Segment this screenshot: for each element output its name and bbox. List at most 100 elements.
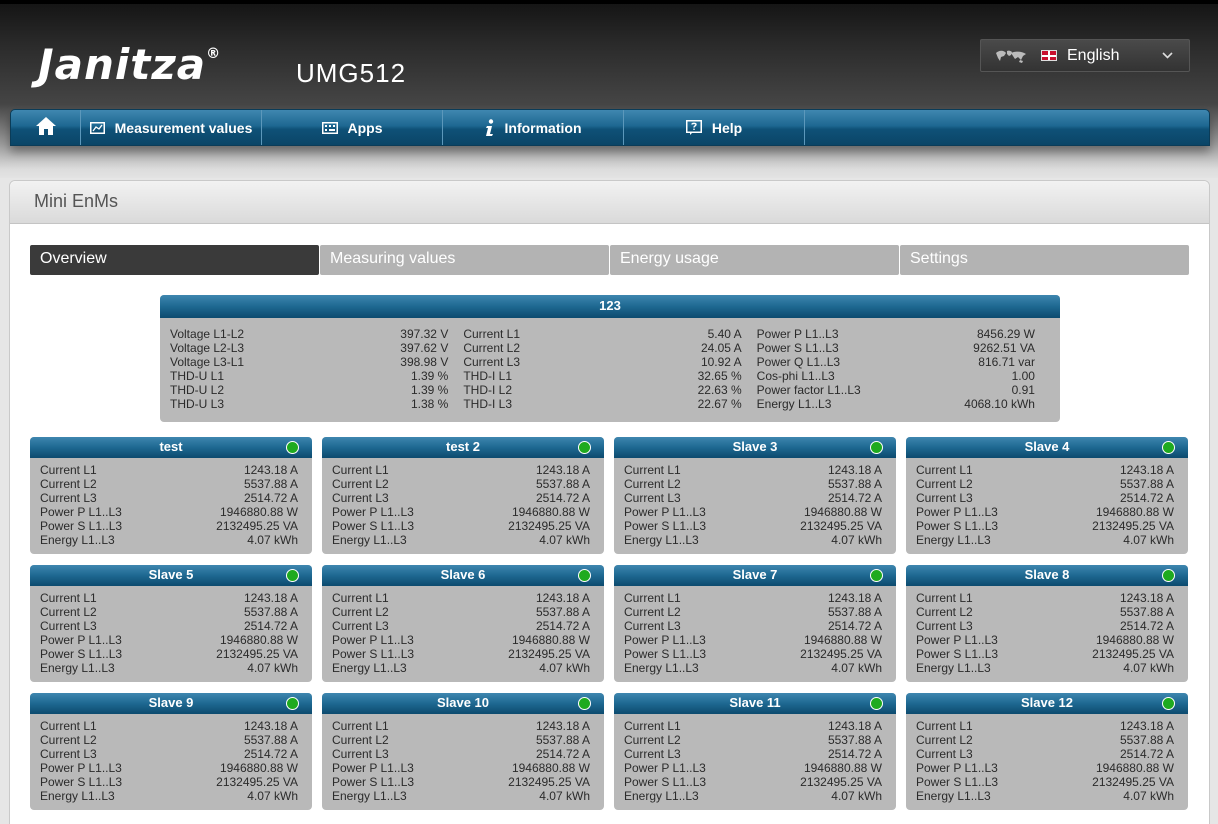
value-label: Current L2 (916, 733, 973, 747)
slave-card[interactable]: Slave 12 Current L1 1243.18 A Current L2 553… (906, 693, 1188, 810)
value-label: Current L2 (40, 477, 97, 491)
value-label: Current L3 (624, 491, 681, 505)
value-reading: 2514.72 A (827, 619, 882, 633)
value-label: THD-I L2 (463, 383, 513, 397)
value-row: Current L2 5537.88 A (332, 733, 590, 747)
value-label: Power S L1..L3 (624, 775, 707, 789)
slave-title-bar: Slave 5 (30, 565, 312, 586)
value-row: Current L2 5537.88 A (40, 477, 298, 491)
value-label: Energy L1..L3 (40, 533, 115, 547)
value-label: Energy L1..L3 (40, 661, 115, 675)
main-device-card[interactable]: 123 Voltage L1-L2 397.32 V Voltage L2-L3 39… (160, 295, 1060, 422)
value-row: Current L2 5537.88 A (916, 477, 1174, 491)
value-reading: 2132495.25 VA (1092, 519, 1174, 533)
value-label: Energy L1..L3 (624, 789, 699, 803)
language-select[interactable]: English (980, 39, 1190, 72)
value-reading: 32.65 % (697, 369, 742, 383)
value-row: Energy L1..L3 4.07 kWh (624, 533, 882, 547)
value-reading: 2514.72 A (535, 747, 590, 761)
value-row: Power P L1..L3 1946880.88 W (624, 761, 882, 775)
janitza-logo[interactable]: Janitza® (38, 40, 221, 89)
nav-home[interactable] (11, 110, 81, 145)
value-label: Current L3 (332, 491, 389, 505)
slave-title-bar: Slave 6 (322, 565, 604, 586)
value-label: THD-U L3 (170, 397, 225, 411)
page-title: Mini EnMs (34, 191, 119, 211)
value-row: THD-U L2 1.39 % (170, 383, 448, 397)
nav-measurement-values[interactable]: Measurement values (81, 110, 262, 145)
value-label: Current L2 (463, 341, 521, 355)
tab-measuring-values[interactable]: Measuring values (320, 245, 609, 275)
value-row: Voltage L1-L2 397.32 V (170, 327, 448, 341)
slave-card[interactable]: Slave 3 Current L1 1243.18 A Current L2 5537… (614, 437, 896, 554)
slave-card[interactable]: Slave 6 Current L1 1243.18 A Current L2 5537… (322, 565, 604, 682)
value-row: Power P L1..L3 1946880.88 W (332, 633, 590, 647)
value-reading: 1946880.88 W (511, 505, 590, 519)
value-row: Power P L1..L3 1946880.88 W (40, 505, 298, 519)
slave-values: Current L1 1243.18 A Current L2 5537.88 A Cu… (614, 586, 896, 675)
value-reading: 1946880.88 W (803, 633, 882, 647)
tab-settings[interactable]: Settings (900, 245, 1189, 275)
status-online-icon (870, 441, 883, 454)
value-label: Energy L1..L3 (332, 533, 407, 547)
value-label: Current L2 (624, 477, 681, 491)
nav-help[interactable]: Help (624, 110, 805, 145)
value-row: Power S L1..L3 2132495.25 VA (40, 647, 298, 661)
slave-card[interactable]: Slave 5 Current L1 1243.18 A Current L2 5537… (30, 565, 312, 682)
value-row: Power P L1..L3 1946880.88 W (40, 761, 298, 775)
value-row: THD-U L3 1.38 % (170, 397, 448, 411)
slave-card[interactable]: Slave 11 Current L1 1243.18 A Current L2 553… (614, 693, 896, 810)
status-online-icon (286, 569, 299, 582)
value-label: Power P L1..L3 (916, 633, 998, 647)
slave-card[interactable]: Slave 8 Current L1 1243.18 A Current L2 5537… (906, 565, 1188, 682)
nav-information[interactable]: Information (443, 110, 624, 145)
app-header: Janitza® UMG512 English Measurement valu… (0, 0, 1218, 178)
value-reading: 1243.18 A (243, 463, 298, 477)
value-row: Power S L1..L3 9262.51 VA (757, 341, 1035, 355)
value-reading: 5537.88 A (535, 477, 590, 491)
value-label: Power S L1..L3 (40, 519, 123, 533)
value-label: Energy L1..L3 (624, 661, 699, 675)
slave-card[interactable]: test Current L1 1243.18 A Current L2 5537.88… (30, 437, 312, 554)
slave-title: Slave 3 (732, 439, 778, 454)
main-device-column: Power P L1..L3 8456.29 W Power S L1..L3 926… (757, 327, 1050, 411)
panel-header (10, 181, 1209, 224)
value-row: Energy L1..L3 4.07 kWh (332, 533, 590, 547)
value-label: Power S L1..L3 (916, 775, 999, 789)
slave-card[interactable]: Slave 9 Current L1 1243.18 A Current L2 5537… (30, 693, 312, 810)
value-reading: 4068.10 kWh (964, 397, 1035, 411)
value-label: Current L1 (332, 463, 389, 477)
value-reading: 1946880.88 W (1095, 505, 1174, 519)
value-label: Current L2 (624, 733, 681, 747)
tab-overview[interactable]: Overview (30, 245, 319, 275)
value-row: Current L3 2514.72 A (40, 619, 298, 633)
slave-card[interactable]: test 2 Current L1 1243.18 A Current L2 5537.… (322, 437, 604, 554)
value-row: Power S L1..L3 2132495.25 VA (624, 647, 882, 661)
value-row: Current L2 5537.88 A (332, 477, 590, 491)
value-row: Power S L1..L3 2132495.25 VA (332, 647, 590, 661)
value-reading: 4.07 kWh (539, 661, 590, 675)
value-row: Power P L1..L3 1946880.88 W (624, 505, 882, 519)
value-row: Current L3 10.92 A (463, 355, 741, 369)
value-reading: 2514.72 A (535, 491, 590, 505)
value-label: Current L2 (40, 605, 97, 619)
nav-apps[interactable]: Apps (262, 110, 443, 145)
slave-card[interactable]: Slave 10 Current L1 1243.18 A Current L2 553… (322, 693, 604, 810)
value-reading: 5537.88 A (1119, 605, 1174, 619)
value-row: Current L1 1243.18 A (916, 463, 1174, 477)
value-row: Current L1 1243.18 A (624, 463, 882, 477)
value-row: Current L1 1243.18 A (332, 719, 590, 733)
value-row: Current L3 2514.72 A (916, 491, 1174, 505)
value-label: Power P L1..L3 (332, 633, 414, 647)
value-reading: 2132495.25 VA (216, 519, 298, 533)
value-label: Power P L1..L3 (624, 505, 706, 519)
value-label: Voltage L2-L3 (170, 341, 245, 355)
value-row: Energy L1..L3 4.07 kWh (40, 789, 298, 803)
slave-values: Current L1 1243.18 A Current L2 5537.88 A Cu… (30, 458, 312, 547)
slave-title-bar: test 2 (322, 437, 604, 458)
tab-energy-usage[interactable]: Energy usage (610, 245, 899, 275)
slave-card[interactable]: Slave 4 Current L1 1243.18 A Current L2 5537… (906, 437, 1188, 554)
value-label: Energy L1..L3 (756, 397, 832, 411)
slave-card[interactable]: Slave 7 Current L1 1243.18 A Current L2 5537… (614, 565, 896, 682)
value-row: Current L1 5.40 A (463, 327, 741, 341)
